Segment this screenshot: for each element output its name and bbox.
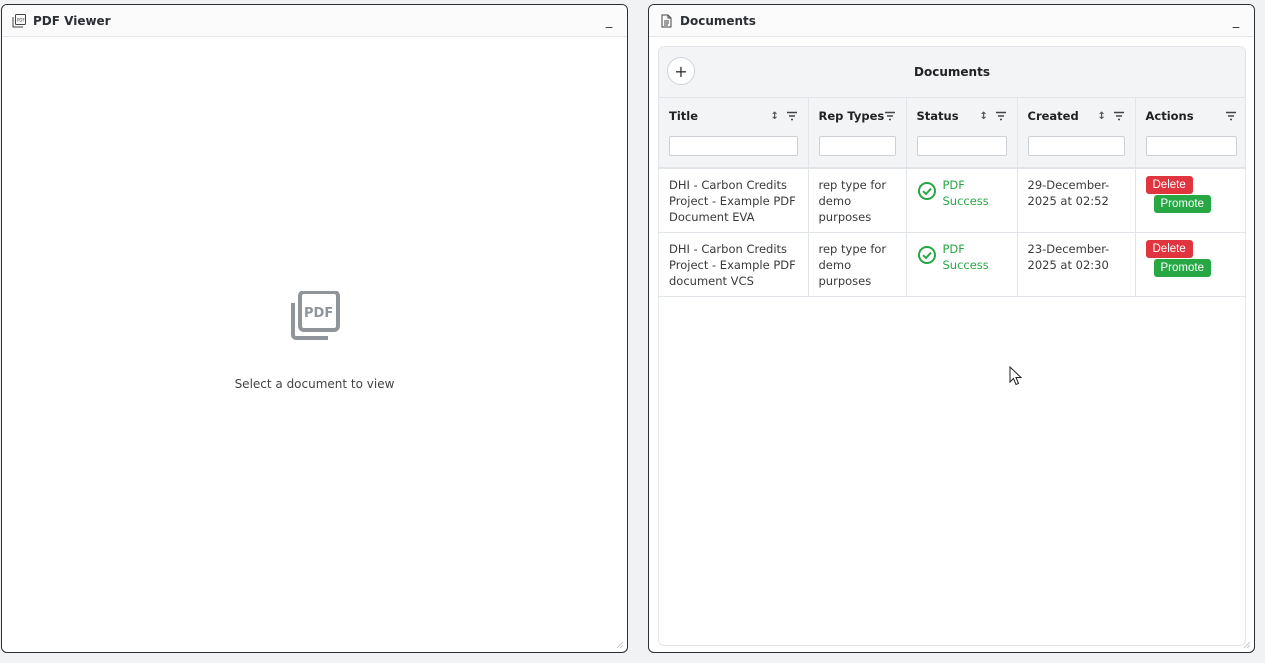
actions-filter-input[interactable] — [1145, 136, 1237, 156]
svg-text:PDF: PDF — [304, 306, 333, 321]
rep-type-cell: rep type for demo purposes — [808, 232, 907, 297]
rep-type-cell: rep type for demo purposes — [808, 168, 907, 233]
card-title: Documents — [914, 65, 990, 79]
table-header-row: Title ↕ Rep Types Status ↕ Created ↕ Act… — [659, 98, 1245, 168]
column-header-created: Created ↕ — [1017, 98, 1136, 168]
document-icon — [659, 14, 673, 28]
filter-icon[interactable] — [995, 111, 1007, 121]
promote-button[interactable]: Promote — [1153, 259, 1211, 277]
table-row[interactable]: DHI - Carbon Credits Project - Example P… — [659, 232, 1245, 297]
column-header-title: Title ↕ — [659, 98, 809, 168]
documents-panel: Documents _ + Documents Title ↕ Rep Type… — [648, 4, 1255, 653]
minimize-button[interactable]: _ — [1228, 13, 1244, 28]
check-circle-icon — [917, 246, 936, 264]
mouse-cursor-icon — [1009, 366, 1022, 386]
sort-icon[interactable]: ↕ — [771, 111, 779, 122]
actions-cell: Delete Promote — [1135, 233, 1245, 297]
actions-cell: Delete Promote — [1135, 168, 1245, 233]
status-cell: PDF Success — [906, 168, 1018, 233]
column-label: Rep Types — [818, 109, 885, 123]
table-row[interactable]: DHI - Carbon Credits Project - Example P… — [659, 168, 1245, 233]
title-filter-input[interactable] — [669, 136, 798, 156]
rep-types-filter-input[interactable] — [818, 136, 896, 156]
documents-title: Documents — [680, 13, 756, 28]
svg-text:PDF: PDF — [17, 17, 25, 22]
card-header: + Documents — [659, 47, 1245, 98]
sort-icon[interactable]: ↕ — [980, 111, 988, 122]
pdf-icon: PDF — [12, 13, 26, 28]
filter-icon[interactable] — [1113, 111, 1125, 121]
status-text: PDF Success — [942, 178, 989, 208]
documents-card: + Documents Title ↕ Rep Types Status ↕ C… — [658, 46, 1246, 646]
sort-icon[interactable]: ↕ — [1098, 111, 1106, 122]
column-header-status: Status ↕ — [906, 98, 1018, 168]
column-label: Created — [1027, 109, 1079, 123]
delete-button[interactable]: Delete — [1145, 176, 1193, 194]
created-cell: 23-December-2025 at 02:30 — [1017, 232, 1136, 297]
column-label: Status — [916, 109, 959, 123]
column-header-rep-types: Rep Types — [808, 98, 907, 168]
pdf-placeholder-icon: PDF — [291, 291, 340, 340]
column-label: Title — [669, 109, 699, 123]
resize-handle-icon[interactable] — [1243, 641, 1251, 649]
pdf-viewer-panel: PDF PDF Viewer _ PDF Select a document t… — [1, 4, 628, 653]
promote-button[interactable]: Promote — [1153, 195, 1211, 213]
status-cell: PDF Success — [906, 232, 1018, 297]
created-filter-input[interactable] — [1027, 136, 1125, 156]
title-cell[interactable]: DHI - Carbon Credits Project - Example P… — [659, 168, 809, 233]
documents-header: Documents _ — [649, 5, 1254, 37]
empty-state-text: Select a document to view — [234, 377, 395, 391]
title-cell[interactable]: DHI - Carbon Credits Project - Example P… — [659, 232, 809, 297]
pdf-viewer-header: PDF PDF Viewer _ — [2, 5, 627, 37]
documents-table: Title ↕ Rep Types Status ↕ Created ↕ Act… — [659, 98, 1245, 297]
status-text: PDF Success — [942, 242, 989, 272]
minimize-button[interactable]: _ — [601, 13, 617, 28]
created-cell: 29-December-2025 at 02:52 — [1017, 168, 1136, 233]
delete-button[interactable]: Delete — [1145, 240, 1193, 258]
pdf-empty-state: PDF Select a document to view — [2, 38, 627, 652]
filter-icon[interactable] — [884, 111, 896, 121]
resize-handle-icon[interactable] — [616, 641, 624, 649]
pdf-viewer-title: PDF Viewer — [33, 13, 111, 28]
status-filter-input[interactable] — [916, 136, 1007, 156]
column-header-actions: Actions — [1135, 98, 1245, 168]
column-label: Actions — [1145, 109, 1194, 123]
filter-icon[interactable] — [1225, 111, 1237, 121]
check-circle-icon — [917, 182, 936, 200]
filter-icon[interactable] — [786, 111, 798, 121]
